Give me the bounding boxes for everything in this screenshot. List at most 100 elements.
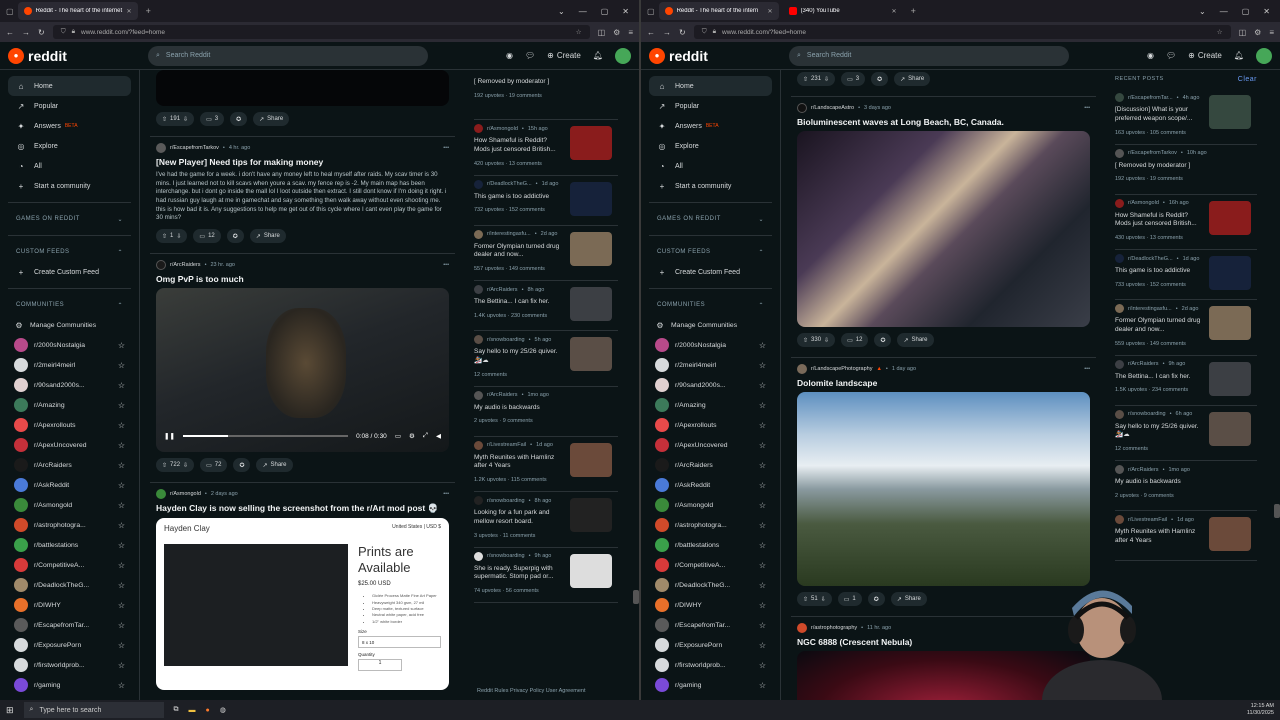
favorite-star-icon[interactable]: ☆ — [118, 341, 125, 350]
subreddit-name[interactable]: r/LandscapePhotography — [811, 366, 872, 372]
communities-header[interactable]: COMMUNITIES ⌃ — [649, 295, 772, 315]
favorite-star-icon[interactable]: ☆ — [759, 561, 766, 570]
subreddit-name[interactable]: r/EscapefromTarkov — [170, 145, 219, 151]
more-options-icon[interactable]: ••• — [443, 491, 449, 497]
share-button[interactable]: ↗ Share — [249, 229, 286, 244]
favorite-star-icon[interactable]: ☆ — [759, 461, 766, 470]
post-title[interactable]: Hayden Clay is now selling the screensho… — [156, 503, 449, 514]
share-button[interactable]: ↗ Share — [253, 112, 290, 126]
pause-icon[interactable]: ❚❚ — [164, 432, 175, 440]
community-item[interactable]: r/Amazing ☆ — [649, 395, 772, 415]
award-button[interactable]: ✪ — [226, 229, 244, 244]
community-item[interactable]: r/Apexrollouts ☆ — [649, 415, 772, 435]
sidebar-item-all[interactable]: ◔ All — [8, 156, 131, 176]
sidebar-item-answers[interactable]: ✦ Answers BETA — [649, 116, 772, 136]
favorite-star-icon[interactable]: ☆ — [118, 401, 125, 410]
share-button[interactable]: ↗ Share — [890, 592, 927, 606]
video-progress[interactable] — [182, 435, 349, 438]
community-item[interactable]: r/astrophotogra... ☆ — [8, 515, 131, 535]
community-item[interactable]: r/ApexUncovered ☆ — [8, 435, 131, 455]
favorite-star-icon[interactable]: ☆ — [118, 541, 125, 550]
community-item[interactable]: r/AskReddit ☆ — [649, 475, 772, 495]
recent-post[interactable]: r/ArcRaiders • 8h ago The Bettina... I can … — [474, 281, 618, 332]
favorite-star-icon[interactable]: ☆ — [759, 481, 766, 490]
sidebar-item-home[interactable]: ⌂ Home — [649, 76, 772, 96]
file-explorer-icon[interactable]: ▬ — [189, 707, 196, 714]
advertise-icon[interactable]: ◉ — [1147, 51, 1154, 60]
recent-post[interactable]: r/Asmongold • 16h ago How Shameful is Reddi… — [1115, 195, 1257, 251]
tab-list-icon[interactable]: ⌄ — [1199, 7, 1206, 16]
recent-post[interactable]: r/snowboarding • 5h ago Say hello to my 25/… — [474, 331, 618, 387]
community-item[interactable]: r/90sand2000s... ☆ — [649, 375, 772, 395]
tab-reddit[interactable]: Reddit - The heart of the internet ✕ — [17, 2, 138, 20]
downvote-icon[interactable]: ⇩ — [821, 596, 826, 603]
create-button[interactable]: ⊕ Create — [547, 51, 581, 60]
new-tab-icon[interactable]: + — [142, 6, 155, 16]
community-item[interactable]: r/90sand2000s... ☆ — [8, 375, 131, 395]
favorite-star-icon[interactable]: ☆ — [759, 681, 766, 690]
favorite-star-icon[interactable]: ☆ — [118, 581, 125, 590]
recent-post[interactable]: r/EscapefromTar... • 4h ago [Discussion] Wh… — [1115, 89, 1257, 145]
community-item[interactable]: r/ApexUncovered ☆ — [649, 435, 772, 455]
comments-button[interactable]: ▭ 3 — [841, 72, 866, 86]
favorite-star-icon[interactable]: ☆ — [118, 621, 125, 630]
community-item[interactable]: r/EscapefromTar... ☆ — [649, 615, 772, 635]
recent-post[interactable]: r/interestingasfu... • 2d ago Former Olympi… — [474, 226, 618, 282]
favorite-star-icon[interactable]: ☆ — [759, 501, 766, 510]
favorite-star-icon[interactable]: ☆ — [759, 541, 766, 550]
award-button[interactable]: ✪ — [230, 112, 248, 126]
award-button[interactable]: ✪ — [871, 72, 889, 86]
system-tray-clock[interactable]: 12:15 AM 11/30/2025 — [1247, 703, 1274, 717]
community-item[interactable]: r/EscapefromTar... ☆ — [8, 615, 131, 635]
volume-icon[interactable]: ◀︎ — [436, 432, 441, 440]
post-title[interactable]: Bioluminescent waves at Long Beach, BC, … — [797, 117, 1090, 127]
tab-list-icon[interactable]: ⌄ — [558, 7, 565, 16]
comments-button[interactable]: ▭ 12 — [193, 229, 221, 244]
upvote-icon[interactable]: ⇧ — [803, 596, 808, 603]
comments-button[interactable]: ▭ 1 — [837, 592, 862, 606]
custom-feeds-header[interactable]: CUSTOM FEEDS ⌃ — [8, 242, 131, 262]
maximize-icon[interactable]: ▢ — [601, 7, 609, 16]
tab-youtube[interactable]: (340) YouTube ✕ — [783, 2, 903, 20]
vote-pill[interactable]: ⇧ 51 ⇩ — [797, 592, 832, 606]
community-item[interactable]: r/ArcRaiders ☆ — [649, 455, 772, 475]
sidebar-item-home[interactable]: ⌂ Home — [8, 76, 131, 96]
pocket-icon[interactable]: ◫ — [598, 28, 606, 37]
search-input[interactable]: ⌕ Search Reddit — [789, 45, 1069, 66]
community-item[interactable]: r/2000sNostalgia ☆ — [8, 335, 131, 355]
community-item[interactable]: r/battlestations ☆ — [8, 535, 131, 555]
avatar[interactable] — [1256, 47, 1272, 64]
community-item[interactable]: r/CompetitiveA... ☆ — [649, 555, 772, 575]
favorite-star-icon[interactable]: ☆ — [759, 441, 766, 450]
favorite-star-icon[interactable]: ☆ — [118, 681, 125, 690]
community-item[interactable]: r/Amazing ☆ — [8, 395, 131, 415]
recent-post[interactable]: r/LivestreamFail • 1d ago Myth Reunites wit… — [1115, 511, 1257, 562]
upvote-icon[interactable]: ⇧ — [162, 116, 167, 123]
subreddit-name[interactable]: r/astrophotography — [811, 625, 857, 631]
sidebar-item-start-a-community[interactable]: + Start a community — [8, 176, 131, 196]
maximize-icon[interactable]: ▢ — [1242, 7, 1250, 16]
downvote-icon[interactable]: ⇩ — [824, 337, 829, 344]
recent-post[interactable]: r/ArcRaiders • 1mo ago My audio is backward… — [474, 387, 618, 437]
taskbar-search[interactable]: ⌕ Type here to search — [23, 702, 164, 718]
favorite-star-icon[interactable]: ☆ — [118, 441, 125, 450]
recent-post[interactable]: r/LivestreamFail • 1d ago Myth Reunites wit… — [474, 437, 618, 493]
sidebar-item-all[interactable]: ◔ All — [649, 156, 772, 176]
share-button[interactable]: ↗ Share — [256, 458, 293, 473]
subreddit-name[interactable]: r/Asmongold — [170, 491, 201, 497]
favorite-star-icon[interactable]: ☆ — [759, 601, 766, 610]
community-item[interactable]: r/ArcRaiders ☆ — [8, 455, 131, 475]
sidebar-item-explore[interactable]: ◎ Explore — [8, 136, 131, 156]
more-options-icon[interactable]: ••• — [1084, 366, 1090, 372]
close-tab-icon[interactable]: ✕ — [768, 8, 773, 15]
favorite-star-icon[interactable]: ☆ — [118, 361, 125, 370]
community-item[interactable]: r/ExposurePorn ☆ — [8, 635, 131, 655]
upvote-icon[interactable]: ⇧ — [803, 337, 808, 344]
pocket-icon[interactable]: ◫ — [1239, 28, 1247, 37]
community-item[interactable]: r/DIWHY ☆ — [8, 595, 131, 615]
community-item[interactable]: r/firstworldprob... ☆ — [649, 655, 772, 675]
recent-post[interactable]: r/DeadlockTheG... • 1d ago This game is too… — [1115, 250, 1257, 301]
upvote-icon[interactable]: ⇧ — [162, 462, 167, 469]
extensions-icon[interactable]: ⚙ — [1254, 28, 1261, 37]
menu-icon[interactable]: ≡ — [1269, 28, 1274, 37]
